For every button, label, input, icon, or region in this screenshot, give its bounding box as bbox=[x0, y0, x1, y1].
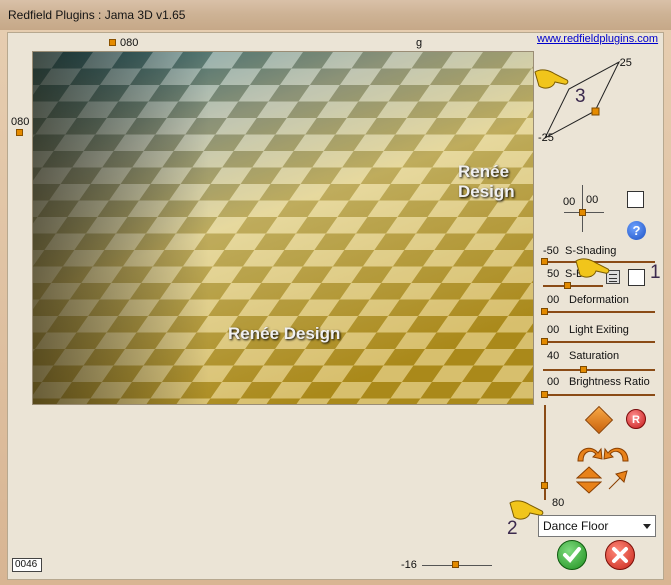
control-value-s-shading: -50 bbox=[543, 245, 559, 257]
vertical-slider-knob[interactable] bbox=[541, 482, 548, 489]
watermark-bottom: Renée Design bbox=[228, 324, 341, 343]
option-checkbox-2[interactable] bbox=[628, 269, 645, 286]
vertical-slider-value: 80 bbox=[552, 497, 565, 509]
window-title: Redfield Plugins : Jama 3D v1.65 bbox=[8, 8, 186, 22]
annotation-2: 2 bbox=[507, 518, 518, 539]
slider-saturation[interactable] bbox=[543, 369, 655, 371]
checkmark-icon bbox=[563, 547, 581, 563]
preview-top-marker[interactable] bbox=[109, 39, 116, 46]
annotation-1: 1 bbox=[650, 262, 661, 283]
bottom-slider-knob[interactable] bbox=[452, 561, 459, 568]
pad-knob[interactable] bbox=[579, 209, 586, 216]
option-checkbox-1[interactable] bbox=[627, 191, 644, 208]
control-value-deformation: 00 bbox=[547, 294, 560, 306]
preview-image[interactable]: Renée Design Renée Design bbox=[32, 51, 534, 405]
preview-left-marker[interactable] bbox=[16, 129, 23, 136]
cancel-button[interactable] bbox=[605, 540, 635, 570]
bottom-slider-value: -16 bbox=[401, 559, 417, 571]
redfield-link[interactable]: www.redfieldplugins.com bbox=[537, 33, 658, 45]
preset-selected: Dance Floor bbox=[543, 519, 609, 533]
pad-x-value: 00 bbox=[563, 196, 576, 208]
watermark-top: Renée Design bbox=[458, 162, 515, 201]
diagonal-arrow-icon[interactable] bbox=[606, 468, 630, 492]
rotation-bottom-left-value: -25 bbox=[538, 132, 554, 144]
slider-light-exiting[interactable] bbox=[543, 341, 655, 343]
slider-knob-brightness-ratio[interactable] bbox=[541, 391, 548, 398]
title-bar: Redfield Plugins : Jama 3D v1.65 bbox=[0, 0, 671, 30]
chevron-down-icon bbox=[639, 516, 655, 536]
control-label-saturation: Saturation bbox=[569, 350, 620, 362]
annotation-3: 3 bbox=[575, 86, 586, 107]
preview-left-value: 080 bbox=[11, 116, 30, 128]
pointing-hand-icon bbox=[534, 69, 569, 89]
control-value-s-bal: 50 bbox=[547, 268, 560, 280]
control-label-light-exiting: Light Exiting bbox=[569, 324, 629, 336]
preview-top-center-label: g bbox=[416, 37, 423, 49]
slider-knob-deformation[interactable] bbox=[541, 308, 548, 315]
preview-top-value: 080 bbox=[120, 37, 139, 49]
control-value-saturation: 40 bbox=[547, 350, 560, 362]
slider-s-bal[interactable] bbox=[543, 285, 603, 287]
ok-button[interactable] bbox=[557, 540, 587, 570]
slider-knob-light-exiting[interactable] bbox=[541, 338, 548, 345]
control-label-brightness-ratio: Brightness Ratio bbox=[569, 376, 650, 388]
frame-counter: 0046 bbox=[12, 558, 42, 572]
slider-brightness-ratio[interactable] bbox=[543, 394, 655, 396]
pad-y-value: 00 bbox=[586, 194, 599, 206]
close-icon bbox=[612, 547, 628, 563]
slider-knob-s-shading[interactable] bbox=[541, 258, 548, 265]
reset-icon[interactable]: R bbox=[626, 409, 646, 429]
slider-deformation[interactable] bbox=[543, 311, 655, 313]
control-value-light-exiting: 00 bbox=[547, 324, 560, 336]
control-value-brightness-ratio: 00 bbox=[547, 376, 560, 388]
preset-dropdown[interactable]: Dance Floor bbox=[538, 515, 656, 537]
control-label-deformation: Deformation bbox=[569, 294, 629, 306]
slider-knob-saturation[interactable] bbox=[580, 366, 587, 373]
rotation-top-right-value: -25 bbox=[616, 57, 632, 69]
vertical-flip-icon[interactable] bbox=[576, 466, 602, 494]
rotate-arrows-icon[interactable] bbox=[574, 441, 632, 463]
help-icon[interactable]: ? bbox=[627, 221, 646, 240]
pointing-hand-icon bbox=[575, 258, 610, 278]
slider-knob-s-bal[interactable] bbox=[564, 282, 571, 289]
checkerboard-floor-image bbox=[33, 52, 533, 404]
